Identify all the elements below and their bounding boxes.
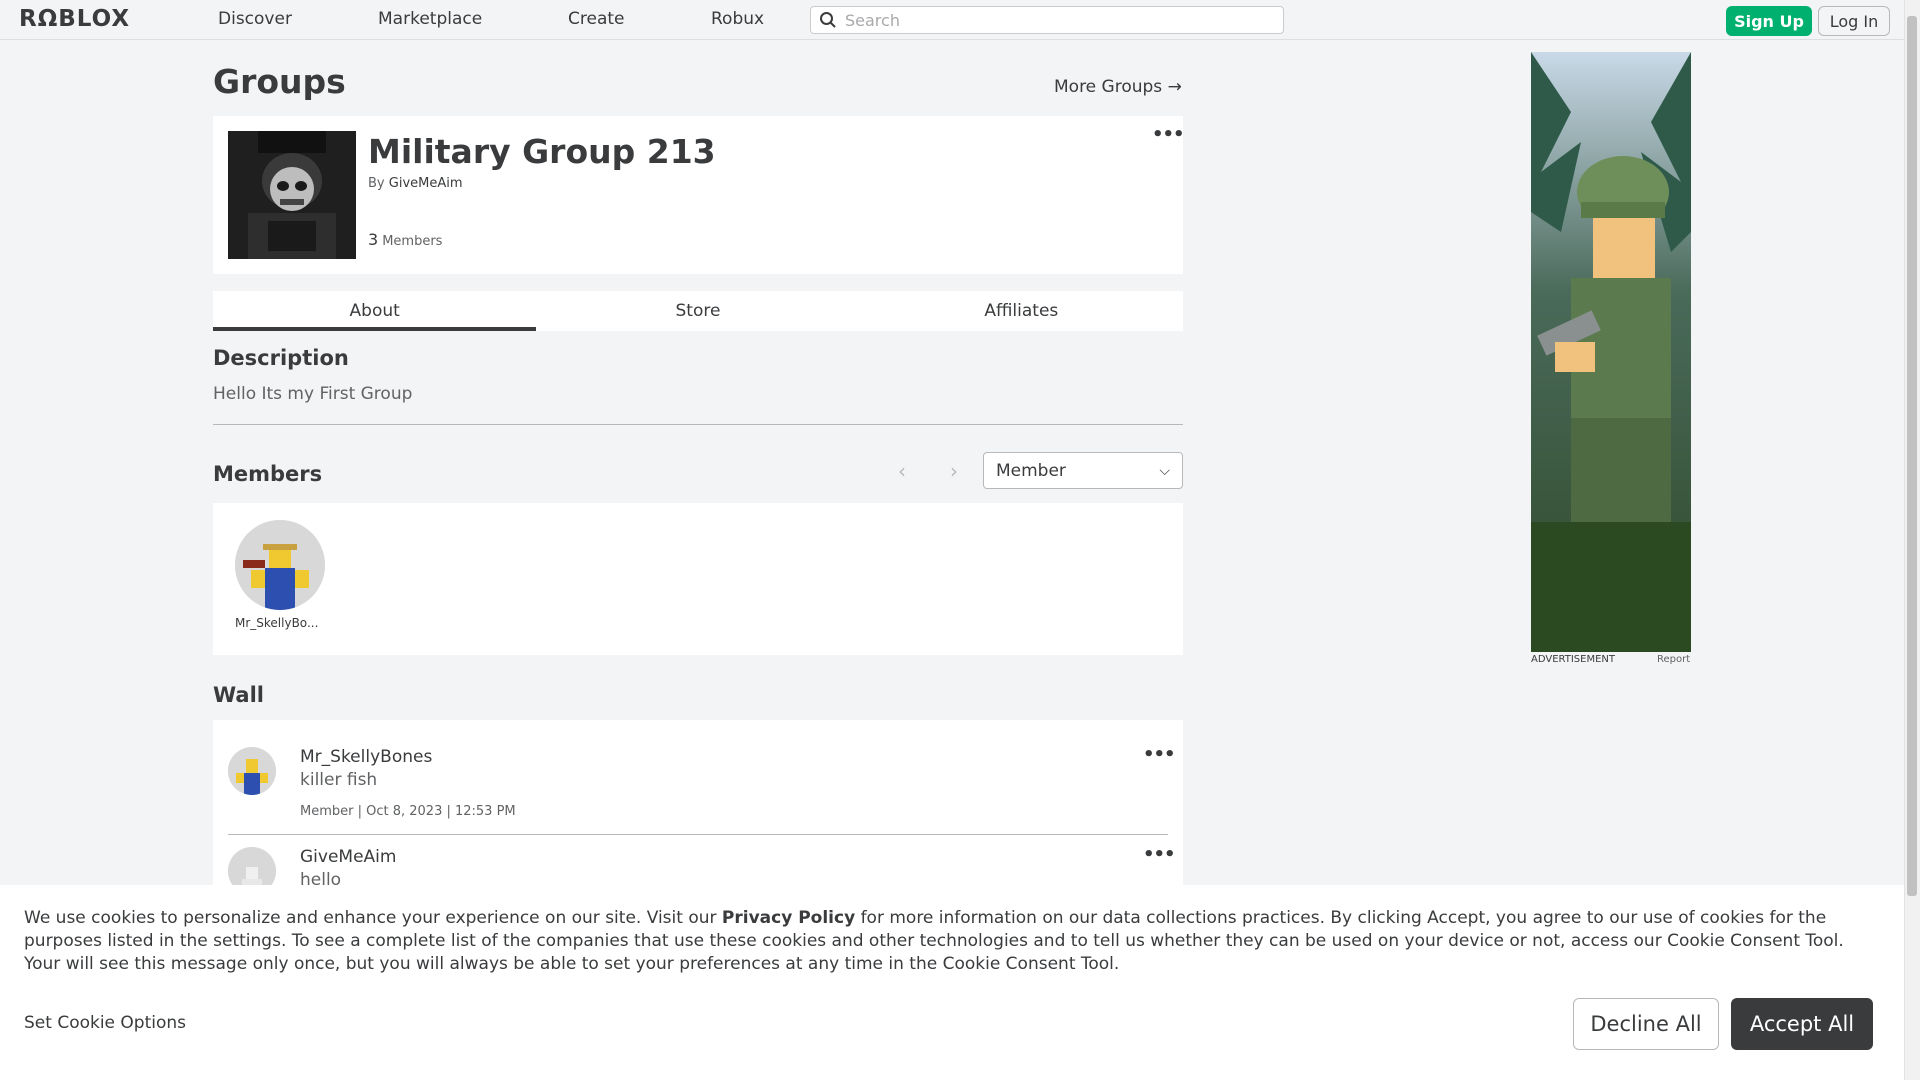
group-owner: By GiveMeAim — [368, 176, 463, 191]
prev-page-icon[interactable]: ‹ — [898, 459, 906, 483]
avatar[interactable] — [235, 520, 325, 610]
group-more-options-icon[interactable]: ••• — [1152, 124, 1185, 145]
tab-affiliates[interactable]: Affiliates — [860, 291, 1183, 331]
post-body: killer fish — [300, 770, 378, 790]
members-heading: Members — [213, 462, 323, 486]
member-count-label: Members — [382, 234, 443, 249]
post-username[interactable]: Mr_SkellyBones — [300, 747, 432, 767]
tab-store[interactable]: Store — [536, 291, 859, 331]
group-tabs: About Store Affiliates — [213, 291, 1183, 331]
cookie-text-before: We use cookies to personalize and enhanc… — [24, 908, 722, 928]
role-select[interactable]: Member ⌵ — [983, 452, 1183, 489]
wall-posts: Mr_SkellyBones killer fish Member | Oct … — [213, 720, 1183, 900]
cookie-banner: We use cookies to personalize and enhanc… — [0, 885, 1904, 1080]
ad-report-link[interactable]: Report — [1657, 654, 1690, 665]
set-cookie-options-link[interactable]: Set Cookie Options — [24, 1013, 186, 1033]
group-emblem — [228, 131, 356, 259]
sign-up-button[interactable]: Sign Up — [1726, 6, 1812, 36]
members-list: Mr_SkellyBo... — [213, 503, 1183, 655]
post-username[interactable]: GiveMeAim — [300, 847, 396, 867]
post-more-options-icon[interactable]: ••• — [1143, 844, 1176, 865]
avatar[interactable] — [228, 747, 276, 795]
decline-all-button[interactable]: Decline All — [1573, 998, 1719, 1050]
search-placeholder: Search — [845, 10, 900, 30]
member-name[interactable]: Mr_SkellyBo... — [235, 616, 331, 630]
more-groups-link[interactable]: More Groups → — [1054, 77, 1182, 97]
ad-label: ADVERTISEMENT — [1531, 654, 1616, 665]
post-meta: Member | Oct 8, 2023 | 12:53 PM — [300, 804, 516, 819]
description-heading: Description — [213, 346, 349, 370]
group-owner-link[interactable]: GiveMeAim — [389, 176, 463, 191]
accept-all-button[interactable]: Accept All — [1731, 998, 1873, 1050]
post-more-options-icon[interactable]: ••• — [1143, 744, 1176, 765]
top-nav: RΩBLOX Discover Marketplace Create Robux… — [0, 0, 1904, 40]
divider — [228, 834, 1168, 835]
search-input[interactable]: Search — [810, 6, 1284, 34]
roblox-logo[interactable]: RΩBLOX — [19, 6, 130, 32]
group-name: Military Group 213 — [368, 132, 716, 171]
next-page-icon[interactable]: › — [950, 459, 958, 483]
group-by-label: By — [368, 176, 385, 191]
page-title: Groups — [213, 62, 346, 101]
search-icon — [820, 12, 836, 28]
divider — [213, 424, 1183, 425]
nav-create[interactable]: Create — [568, 9, 625, 29]
group-member-count: 3 Members — [368, 230, 442, 249]
role-select-value: Member — [996, 460, 1066, 481]
nav-marketplace[interactable]: Marketplace — [378, 9, 482, 29]
advertisement-image[interactable] — [1531, 52, 1691, 652]
chevron-down-icon: ⌵ — [1159, 463, 1170, 479]
scrollbar-thumb[interactable] — [1907, 16, 1917, 896]
nav-discover[interactable]: Discover — [218, 9, 292, 29]
wall-heading: Wall — [213, 683, 264, 707]
nav-robux[interactable]: Robux — [711, 9, 764, 29]
member-count: 3 — [368, 230, 379, 249]
tab-about[interactable]: About — [213, 291, 537, 331]
log-in-button[interactable]: Log In — [1818, 6, 1890, 36]
privacy-policy-link[interactable]: Privacy Policy — [722, 908, 855, 928]
description-text: Hello Its my First Group — [213, 384, 413, 404]
group-header: Military Group 213 By GiveMeAim 3 Members… — [213, 116, 1185, 274]
cookie-text: We use cookies to personalize and enhanc… — [24, 907, 1884, 976]
